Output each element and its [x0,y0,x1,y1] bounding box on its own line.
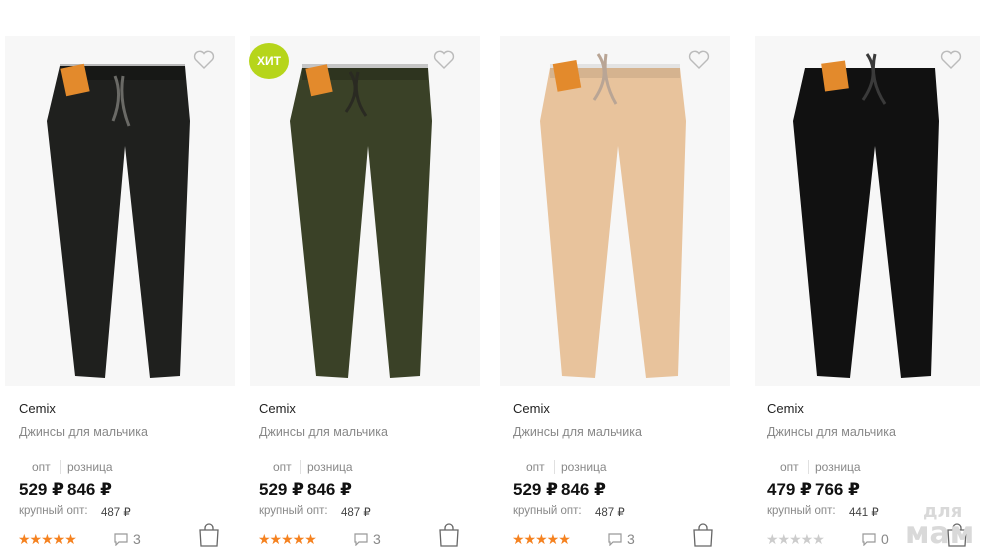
speech-bubble-icon [354,533,368,546]
pants-image [793,53,939,378]
comments-number: 3 [627,531,635,547]
product-title[interactable]: Джинсы для мальчика [259,425,388,439]
retail-price: 846 ₽ [67,480,112,499]
wholesale-label: опт [780,460,799,474]
star-icon: ★★★★★ [258,531,317,547]
wholesale-price: 529 ₽ [259,480,304,499]
retail-price: 846 ₽ [307,480,352,499]
bulk-wholesale-price: 487 ₽ [101,507,131,519]
wholesale-price: 479 ₽ [767,480,812,499]
product-photo[interactable] [500,36,730,386]
product-title[interactable]: Джинсы для мальчика [513,425,642,439]
speech-bubble-icon [114,533,128,546]
comments-number: 3 [133,531,141,547]
bulk-wholesale-label: крупный опт: [259,505,328,517]
comments-number: 0 [881,531,889,547]
add-to-cart-bag-icon[interactable] [692,522,714,548]
favorite-heart-icon[interactable] [688,50,710,70]
product-photo[interactable] [755,36,980,386]
product-card[interactable]: ХИТ Cemix Джинсы для мальчика опт розниц… [245,0,495,560]
comments-count[interactable]: 3 [353,531,381,547]
bulk-wholesale-price: 487 ₽ [341,507,371,519]
product-brand[interactable]: Cemix [259,401,296,416]
pants-image [540,53,686,378]
pants-image [290,64,432,378]
comments-number: 3 [373,531,381,547]
pants-image [47,63,190,378]
star-icon: ★★★★★ [18,531,77,547]
site-watermark: для мам [905,502,975,552]
product-photo[interactable] [250,36,480,386]
star-icon: ★★★★★ [512,531,571,547]
add-to-cart-bag-icon[interactable] [438,522,460,548]
bulk-wholesale-price: 441 ₽ [849,507,879,519]
product-grid: Cemix Джинсы для мальчика опт розница 52… [0,0,995,560]
retail-price: 846 ₽ [561,480,606,499]
product-brand[interactable]: Cemix [513,401,550,416]
speech-bubble-icon [862,533,876,546]
rating-stars: ★★★★★ [512,531,571,548]
wholesale-price: 529 ₽ [513,480,558,499]
wholesale-label: опт [32,460,51,474]
rating-stars: ★★★★★ [258,531,317,548]
wholesale-label: опт [526,460,545,474]
product-brand[interactable]: Cemix [19,401,56,416]
rating-stars: ★★★★★ [18,531,77,548]
wholesale-label: опт [273,460,292,474]
retail-label: розница [808,460,861,474]
hit-badge: ХИТ [249,43,289,79]
product-title[interactable]: Джинсы для мальчика [19,425,148,439]
comments-count[interactable]: 3 [607,531,635,547]
rating-stars: ★★★★★ [766,531,825,548]
product-title[interactable]: Джинсы для мальчика [767,425,896,439]
star-icon: ★★★★★ [766,531,825,547]
comments-count[interactable]: 0 [861,531,889,547]
retail-label: розница [554,460,607,474]
bulk-wholesale-label: крупный опт: [767,505,836,517]
product-card[interactable]: Cemix Джинсы для мальчика опт розница 52… [495,0,750,560]
bulk-wholesale-label: крупный опт: [513,505,582,517]
wholesale-price: 529 ₽ [19,480,64,499]
watermark-line2: мам [905,516,975,552]
retail-label: розница [60,460,113,474]
product-brand[interactable]: Cemix [767,401,804,416]
product-card[interactable]: Cemix Джинсы для мальчика опт розница 52… [0,0,245,560]
add-to-cart-bag-icon[interactable] [198,522,220,548]
retail-label: розница [300,460,353,474]
bulk-wholesale-price: 487 ₽ [595,507,625,519]
favorite-heart-icon[interactable] [940,50,962,70]
favorite-heart-icon[interactable] [433,50,455,70]
bulk-wholesale-label: крупный опт: [19,505,88,517]
product-photo[interactable] [5,36,235,386]
retail-price: 766 ₽ [815,480,860,499]
speech-bubble-icon [608,533,622,546]
comments-count[interactable]: 3 [113,531,141,547]
product-card[interactable]: Cemix Джинсы для мальчика опт розница 47… [750,0,995,560]
favorite-heart-icon[interactable] [193,50,215,70]
